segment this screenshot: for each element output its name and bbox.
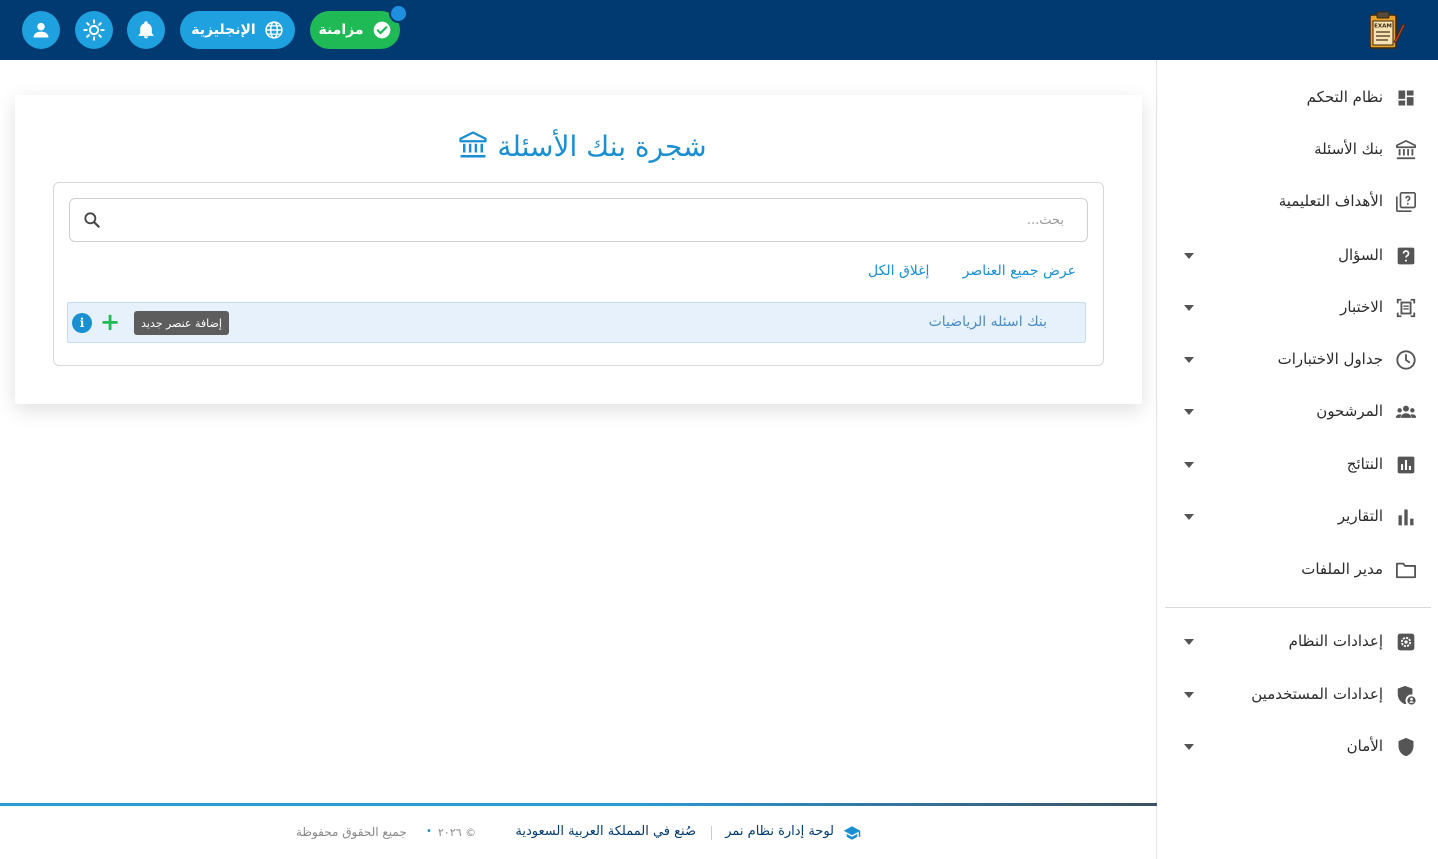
chevron-down-icon	[1184, 744, 1194, 750]
quiz-book-icon	[1395, 191, 1417, 213]
sidebar-item-candidates[interactable]: المرشحون	[1157, 392, 1438, 432]
sync-button[interactable]: مزامنة	[310, 11, 400, 49]
shield-icon	[1395, 736, 1417, 758]
sidebar-item-exam-schedules[interactable]: جداول الاختبارات	[1157, 340, 1438, 380]
bar-chart-icon	[1395, 506, 1417, 528]
info-icon[interactable]: i	[72, 313, 92, 333]
tree-actions: عرض جميع العناصر إغلاق الكل	[860, 263, 1080, 283]
add-icon[interactable]: +	[98, 310, 122, 335]
logo-text: EXAM	[1374, 24, 1392, 30]
sync-label: مزامنة	[318, 22, 364, 38]
add-item-tooltip: إضافة عنصر جديد	[134, 311, 229, 335]
bank-icon	[459, 131, 488, 158]
check-circle-icon	[373, 21, 390, 39]
settings-icon	[1395, 631, 1417, 653]
clock-icon	[1395, 349, 1417, 371]
user-icon	[33, 22, 49, 38]
chevron-down-icon	[1184, 305, 1194, 311]
sidebar-item-label: الأمان	[1346, 737, 1383, 755]
sidebar-item-question-bank[interactable]: بنك الأسئلة	[1157, 130, 1438, 170]
sidebar-item-system-settings[interactable]: إعدادات النظام	[1157, 622, 1438, 662]
tree-node-label[interactable]: بنك اسئله الرياضيات	[929, 314, 1047, 330]
sidebar-item-label: المرشحون	[1316, 402, 1383, 420]
sidebar-item-file-manager[interactable]: مدير الملفات	[1157, 550, 1438, 590]
sidebar-item-user-settings[interactable]: إعدادات المستخدمين	[1157, 675, 1438, 715]
language-label: الإنجليزية	[191, 22, 256, 38]
footer-separator	[711, 826, 712, 840]
profile-button[interactable]	[22, 11, 60, 49]
sidebar-item-label: مدير الملفات	[1301, 560, 1383, 578]
tree-node[interactable]: بنك اسئله الرياضيات i + إضافة عنصر جديد	[67, 302, 1086, 343]
language-button[interactable]: الإنجليزية	[180, 11, 295, 49]
footer-brand: لوحة إدارة نظام نمر	[725, 824, 834, 839]
sidebar-item-label: الأهداف التعليمية	[1278, 192, 1383, 210]
exam-logo: EXAM	[1369, 11, 1406, 49]
search-icon[interactable]	[82, 210, 102, 230]
sync-status-dot	[389, 4, 408, 23]
sidebar-item-question[interactable]: السؤال	[1157, 236, 1438, 276]
theme-toggle-button[interactable]	[75, 11, 113, 49]
footer-copyright: © ٢٠٢٦	[438, 826, 477, 839]
sidebar-item-label: جداول الاختبارات	[1277, 350, 1383, 368]
sidebar-item-label: النتائج	[1346, 455, 1383, 473]
sidebar-item-reports[interactable]: التقارير	[1157, 497, 1438, 537]
sun-icon	[83, 19, 105, 41]
user-shield-icon	[1395, 684, 1417, 706]
chevron-down-icon	[1184, 253, 1194, 259]
collapse-all-link[interactable]: إغلاق الكل	[868, 263, 929, 279]
chevron-down-icon	[1184, 409, 1194, 415]
top-bar: الإنجليزية مزامنة EXAM	[0, 0, 1438, 60]
chevron-down-icon	[1184, 514, 1194, 520]
bank-icon	[1395, 139, 1417, 161]
document-scan-icon	[1395, 297, 1417, 319]
sidebar-item-label: نظام التحكم	[1306, 88, 1383, 106]
chevron-down-icon	[1184, 357, 1194, 363]
footer-rights: جميع الحقوق محفوظة	[296, 825, 407, 839]
sidebar-item-label: إعدادات المستخدمين	[1251, 685, 1383, 703]
sidebar-divider	[1165, 607, 1431, 608]
footer-made-in: صُنع في المملكة العربية السعودية	[515, 824, 696, 839]
sidebar-item-label: بنك الأسئلة	[1314, 140, 1383, 158]
sidebar-item-learning-objectives[interactable]: الأهداف التعليمية	[1157, 182, 1438, 222]
chevron-down-icon	[1184, 692, 1194, 698]
sidebar-item-exam[interactable]: الاختبار	[1157, 288, 1438, 328]
page-title-text: شجرة بنك الأسئلة	[497, 130, 707, 163]
sidebar-item-results[interactable]: النتائج	[1157, 445, 1438, 485]
sidebar-item-label: التقارير	[1337, 507, 1383, 525]
footer-dot: •	[426, 826, 432, 837]
sidebar-item-label: إعدادات النظام	[1288, 632, 1383, 650]
search-input[interactable]	[114, 199, 1074, 241]
page-title: شجرة بنك الأسئلة	[0, 130, 1157, 163]
footer: لوحة إدارة نظام نمر صُنع في المملكة العر…	[0, 824, 1157, 844]
sidebar-item-label: الاختبار	[1340, 298, 1383, 316]
graduation-cap-icon	[843, 826, 861, 840]
question-icon	[1395, 245, 1417, 267]
sidebar-item-dashboard[interactable]: نظام التحكم	[1157, 78, 1438, 118]
sidebar: نظام التحكم بنك الأسئلة الأهداف التعليمي…	[1156, 60, 1438, 859]
poll-icon	[1395, 454, 1417, 476]
sidebar-item-label: السؤال	[1338, 246, 1383, 264]
search-box[interactable]	[69, 198, 1088, 242]
notifications-button[interactable]	[127, 11, 165, 49]
chevron-down-icon	[1184, 639, 1194, 645]
footer-divider	[0, 803, 1157, 806]
dashboard-icon	[1395, 87, 1417, 109]
globe-icon	[265, 21, 283, 39]
sidebar-item-security[interactable]: الأمان	[1157, 727, 1438, 767]
group-icon	[1395, 401, 1417, 423]
folder-icon	[1395, 559, 1417, 581]
bell-icon	[138, 21, 154, 39]
chevron-down-icon	[1184, 462, 1194, 468]
expand-all-link[interactable]: عرض جميع العناصر	[963, 263, 1076, 279]
